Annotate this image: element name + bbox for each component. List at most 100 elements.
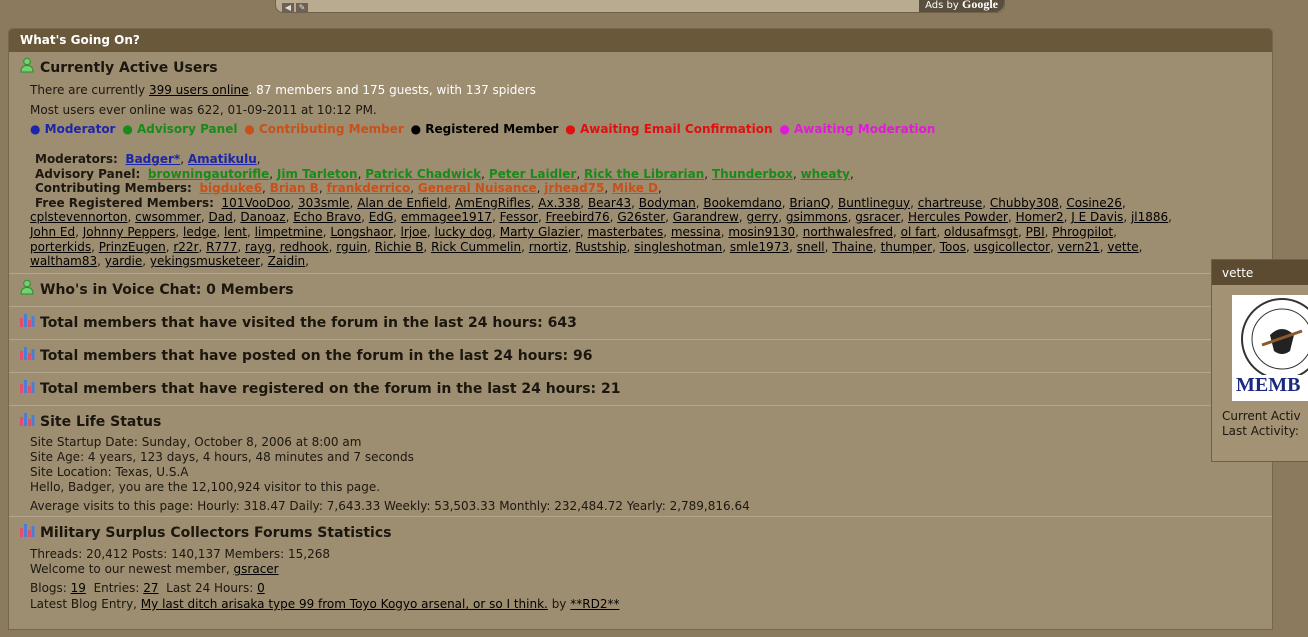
- member-link[interactable]: Bodyman: [639, 196, 696, 210]
- member-link[interactable]: Patrick Chadwick: [365, 167, 481, 181]
- member-link[interactable]: R777: [206, 240, 237, 254]
- member-link[interactable]: mosin9130: [728, 225, 795, 239]
- member-link[interactable]: Homer2: [1016, 210, 1064, 224]
- member-link[interactable]: cplstevennorton: [30, 210, 128, 224]
- member-link[interactable]: chartreuse: [918, 196, 983, 210]
- ads-by-google[interactable]: Ads by Google: [919, 0, 1004, 12]
- member-link[interactable]: Marty Glazier: [500, 225, 580, 239]
- member-link[interactable]: jl1886: [1131, 210, 1168, 224]
- member-link[interactable]: redhook: [280, 240, 329, 254]
- member-link[interactable]: lucky dog: [435, 225, 493, 239]
- users-online-link[interactable]: 399 users online: [149, 83, 249, 97]
- edit-icon[interactable]: ✎: [296, 3, 308, 13]
- member-link[interactable]: Bookemdano: [703, 196, 781, 210]
- member-link[interactable]: emmagee1917: [401, 210, 492, 224]
- member-link[interactable]: Thunderbox: [712, 167, 793, 181]
- member-link[interactable]: Amatikulu: [188, 152, 257, 166]
- member-link[interactable]: porterkids: [30, 240, 91, 254]
- member-link[interactable]: Rustship: [575, 240, 626, 254]
- member-link[interactable]: wheaty: [801, 167, 850, 181]
- member-link[interactable]: Thaine: [832, 240, 873, 254]
- member-link[interactable]: lrjoe: [401, 225, 427, 239]
- member-link[interactable]: gsimmons: [786, 210, 848, 224]
- newest-member-line: Welcome to our newest member, gsracer: [30, 562, 279, 576]
- member-link[interactable]: r22r: [173, 240, 198, 254]
- member-link[interactable]: singleshotman: [634, 240, 722, 254]
- member-link[interactable]: Alan de Enfield: [357, 196, 447, 210]
- member-link[interactable]: Richie B: [375, 240, 424, 254]
- member-link[interactable]: Longshaor: [330, 225, 393, 239]
- member-link[interactable]: yekingsmusketeer: [150, 254, 260, 268]
- member-link[interactable]: gerry: [746, 210, 778, 224]
- member-link[interactable]: Danoaz: [240, 210, 285, 224]
- member-link[interactable]: PBI: [1026, 225, 1045, 239]
- member-link[interactable]: Echo Bravo: [293, 210, 361, 224]
- member-link[interactable]: Jim Tarleton: [277, 167, 358, 181]
- member-link[interactable]: cwsommer: [135, 210, 201, 224]
- member-link[interactable]: Hercules Powder: [908, 210, 1008, 224]
- newest-member-link[interactable]: gsracer: [234, 562, 279, 576]
- member-link[interactable]: Rick Cummelin: [431, 240, 521, 254]
- member-link[interactable]: Toos: [940, 240, 966, 254]
- member-link[interactable]: Freebird76: [546, 210, 610, 224]
- member-link[interactable]: Dad: [209, 210, 233, 224]
- member-link[interactable]: Ax.338: [538, 196, 580, 210]
- member-link[interactable]: ol fart: [901, 225, 937, 239]
- entries-count-link[interactable]: 27: [143, 581, 158, 595]
- member-link[interactable]: usgicollector: [974, 240, 1050, 254]
- member-link[interactable]: oldusafmsgt: [944, 225, 1018, 239]
- member-link[interactable]: Mike D: [612, 181, 658, 195]
- member-link[interactable]: Buntlineguy: [838, 196, 910, 210]
- blogs-count-link[interactable]: 19: [71, 581, 86, 595]
- latest-blog-line: Latest Blog Entry, My last ditch arisaka…: [30, 597, 619, 611]
- member-link[interactable]: J E Davis: [1071, 210, 1123, 224]
- member-link[interactable]: vette: [1107, 240, 1138, 254]
- member-link[interactable]: ledge: [183, 225, 216, 239]
- member-link[interactable]: BrianQ: [789, 196, 830, 210]
- member-link[interactable]: John Ed: [30, 225, 75, 239]
- member-link[interactable]: G26ster: [617, 210, 665, 224]
- member-link[interactable]: Fessor: [500, 210, 538, 224]
- member-link[interactable]: AmEngRifles: [455, 196, 531, 210]
- member-link[interactable]: frankderrico: [326, 181, 410, 195]
- member-link[interactable]: jrhead75: [544, 181, 604, 195]
- member-link[interactable]: thumper: [881, 240, 933, 254]
- member-link[interactable]: browningautorifle: [148, 167, 269, 181]
- avatar[interactable]: MEMB: [1232, 295, 1308, 401]
- last24-count-link[interactable]: 0: [257, 581, 265, 595]
- member-link[interactable]: Chubby308: [990, 196, 1059, 210]
- member-link[interactable]: messina: [671, 225, 721, 239]
- back-arrow-icon[interactable]: ◀: [282, 3, 294, 13]
- member-link[interactable]: Peter Laidler: [489, 167, 577, 181]
- member-link[interactable]: Cosine26: [1066, 196, 1122, 210]
- member-link[interactable]: 303smle: [298, 196, 350, 210]
- member-link[interactable]: Zaidin: [268, 254, 305, 268]
- member-link[interactable]: waltham83: [30, 254, 97, 268]
- member-link[interactable]: Rick the Librarian: [584, 167, 704, 181]
- member-link[interactable]: rayg: [245, 240, 272, 254]
- member-link[interactable]: rnortiz: [529, 240, 568, 254]
- member-link[interactable]: masterbates: [588, 225, 664, 239]
- member-link[interactable]: rguin: [336, 240, 367, 254]
- member-link[interactable]: Brian B: [270, 181, 319, 195]
- latest-author-link[interactable]: **RD2**: [570, 597, 619, 611]
- member-link[interactable]: Johnny Peppers: [83, 225, 176, 239]
- member-link[interactable]: vern21: [1058, 240, 1100, 254]
- member-link[interactable]: snell: [797, 240, 825, 254]
- member-link[interactable]: EdG: [369, 210, 394, 224]
- member-link[interactable]: Garandrew: [673, 210, 739, 224]
- member-link[interactable]: gsracer: [855, 210, 900, 224]
- member-link[interactable]: Phrogpilot: [1052, 225, 1113, 239]
- member-link[interactable]: lent: [224, 225, 247, 239]
- member-link[interactable]: smle1973: [730, 240, 789, 254]
- member-link[interactable]: northwalesfred: [803, 225, 893, 239]
- member-link[interactable]: PrinzEugen: [99, 240, 166, 254]
- member-link[interactable]: limpetmine: [255, 225, 323, 239]
- member-link[interactable]: yardie: [105, 254, 143, 268]
- member-link[interactable]: bigduke6: [199, 181, 262, 195]
- member-link[interactable]: 101VooDoo: [222, 196, 291, 210]
- member-link[interactable]: Badger*: [125, 152, 180, 166]
- member-link[interactable]: Bear43: [588, 196, 631, 210]
- member-link[interactable]: General Nuisance: [418, 181, 537, 195]
- latest-blog-link[interactable]: My last ditch arisaka type 99 from Toyo …: [141, 597, 548, 611]
